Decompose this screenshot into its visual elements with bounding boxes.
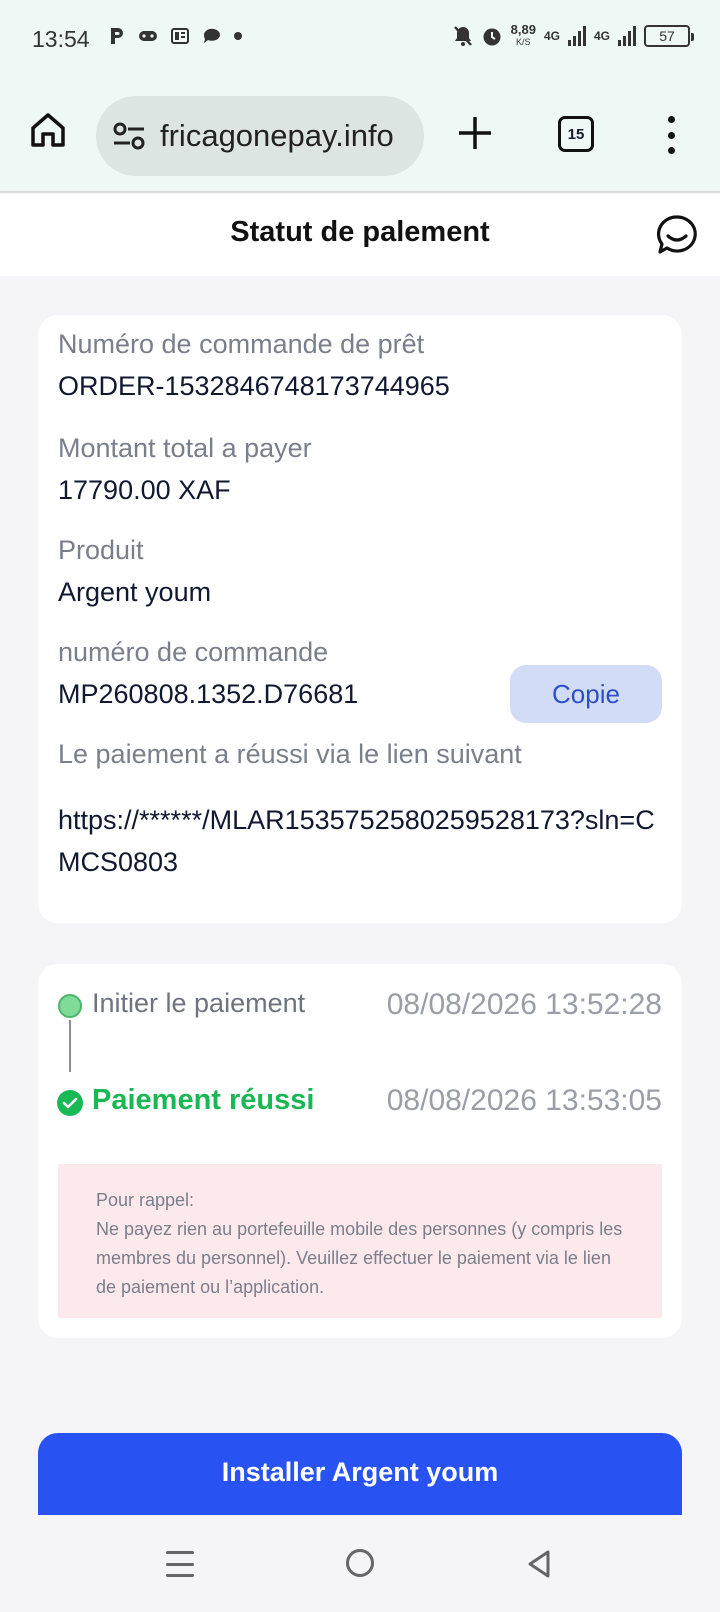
gamepad-icon bbox=[139, 31, 157, 41]
reminder-body: Ne payez rien au portefeuille mobile des… bbox=[96, 1219, 623, 1297]
payment-link-value: https://******/MLAR1535752580259528173?s… bbox=[58, 805, 655, 877]
install-app-button[interactable]: Installer Argent youm bbox=[38, 1433, 682, 1515]
speed-value: 8,89 bbox=[510, 22, 536, 37]
chat-bubble-icon bbox=[203, 28, 220, 43]
page-title: Statut de palement bbox=[230, 216, 490, 248]
browser-toolbar: fricagonepay.info 15 bbox=[0, 80, 720, 193]
status-time: 13:54 bbox=[32, 26, 90, 52]
back-icon[interactable] bbox=[526, 1549, 552, 1579]
total-amount-label: Montant total a payer bbox=[58, 433, 312, 463]
nav-home-icon[interactable] bbox=[346, 1549, 374, 1577]
page-header: Statut de palement bbox=[0, 194, 720, 276]
battery-icon: 57 bbox=[644, 25, 694, 47]
timeline-connector bbox=[69, 1020, 71, 1072]
battery-level: 57 bbox=[659, 28, 675, 44]
payment-link-label: Le paiement a réussi via le lien suivant bbox=[58, 739, 522, 769]
signal-bars-icon bbox=[618, 26, 636, 46]
product-value: Argent youm bbox=[58, 577, 212, 607]
step-dot-icon bbox=[58, 994, 82, 1018]
browser-menu-icon[interactable] bbox=[664, 116, 678, 154]
check-circle-icon bbox=[57, 1090, 83, 1116]
loan-order-value: ORDER-1532846748173744965 bbox=[58, 371, 450, 401]
speed-unit: K/S bbox=[516, 37, 531, 47]
alarm-icon bbox=[483, 28, 501, 46]
order-info-card: Numéro de commande de prêt ORDER-1532846… bbox=[38, 315, 682, 923]
order-number-value: MP260808.1352.D76681 bbox=[58, 679, 359, 709]
signal-bars-icon bbox=[567, 26, 586, 46]
copy-button[interactable]: Copie bbox=[510, 665, 662, 723]
new-tab-icon[interactable] bbox=[456, 114, 494, 152]
mute-bell-icon bbox=[453, 26, 472, 46]
payment-timeline-card: Initier le paiement 08/08/2026 13:52:28 … bbox=[38, 964, 682, 1338]
order-number-label: numéro de commande bbox=[58, 637, 329, 667]
dot-icon bbox=[234, 32, 242, 40]
network-type-1: 4G bbox=[543, 29, 560, 43]
network-speed: 8,89 K/S bbox=[510, 22, 536, 48]
recent-apps-icon[interactable] bbox=[166, 1551, 194, 1577]
loan-order-label: Numéro de commande de prêt bbox=[58, 329, 425, 359]
site-settings-icon[interactable] bbox=[112, 121, 146, 151]
tab-switcher-button[interactable]: 15 bbox=[558, 116, 594, 152]
system-status: 8,89 K/S 4G 4G 57 bbox=[453, 22, 694, 48]
url-text[interactable]: fricagonepay.info bbox=[160, 118, 394, 154]
step-initiate-time: 08/08/2026 13:52:28 bbox=[386, 988, 662, 1021]
home-icon[interactable] bbox=[28, 110, 68, 150]
customer-service-icon[interactable] bbox=[656, 214, 698, 256]
step-success-label: Paiement réussi bbox=[92, 1084, 315, 1116]
address-bar[interactable]: fricagonepay.info bbox=[96, 96, 424, 176]
notification-icons bbox=[108, 26, 242, 46]
total-amount-value: 17790.00 XAF bbox=[58, 475, 231, 505]
reminder-title: Pour rappel: bbox=[96, 1190, 195, 1210]
news-icon bbox=[171, 28, 189, 44]
step-success-time: 08/08/2026 13:53:05 bbox=[386, 1084, 662, 1117]
product-label: Produit bbox=[58, 535, 144, 565]
status-bar: 13:54 8,89 K/S 4G 4G 57 bbox=[0, 0, 720, 80]
parking-icon bbox=[111, 28, 123, 44]
network-type-2: 4G bbox=[593, 29, 610, 43]
reminder-notice: Pour rappel: Ne payez rien au portefeuil… bbox=[58, 1164, 662, 1318]
step-initiate-label: Initier le paiement bbox=[92, 988, 306, 1018]
tab-count: 15 bbox=[567, 125, 585, 143]
system-nav-bar bbox=[0, 1515, 720, 1612]
